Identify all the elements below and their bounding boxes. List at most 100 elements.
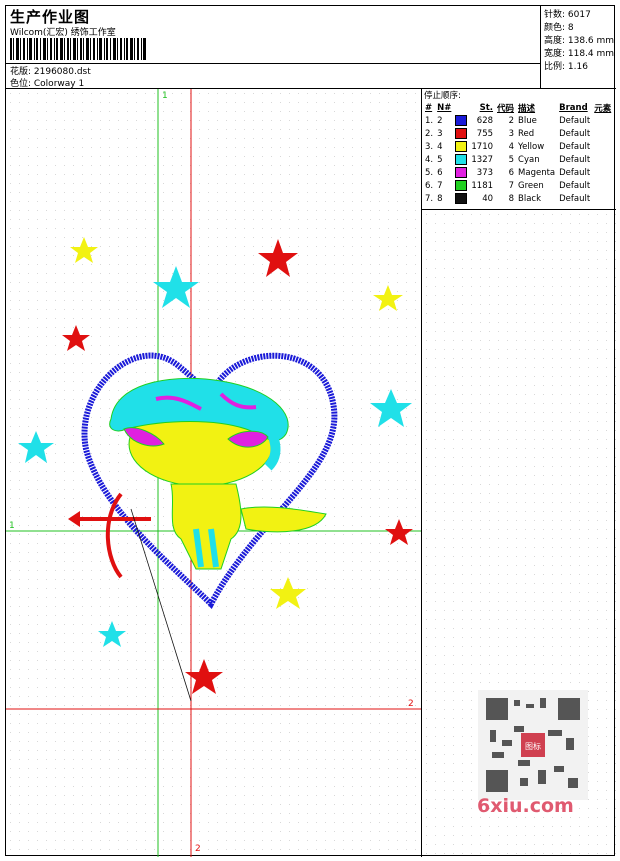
row-stitches: 373 [476, 167, 494, 178]
row-element [592, 192, 613, 205]
row-needle: 4 [437, 141, 443, 152]
row-description: Blue [518, 115, 537, 126]
legend-row: 6. 7 1181 7 Green Default [423, 179, 613, 192]
color-count: 颜色: 8 [544, 23, 574, 33]
watermark-site: 6xiu.com [477, 795, 574, 817]
legend-row: 2. 3 755 3 Red Default [423, 127, 613, 140]
spec-panel: 针数: 6017 颜色: 8 高度: 138.6 mm 宽度: 118.4 mm… [540, 6, 617, 88]
row-index: 1. [425, 115, 434, 126]
qr-badge-text: 图标 [525, 741, 541, 751]
row-swatch [453, 192, 469, 205]
row-description: Red [518, 128, 535, 139]
row-element [592, 153, 613, 166]
row-index: 3. [425, 141, 434, 152]
col-swatch [453, 101, 469, 114]
production-sheet: 生产作业图 Wilcom(汇宏) 绣饰工作室 花版: 2196080.dst 色… [5, 5, 617, 857]
star-red-far-right [385, 519, 413, 545]
color-swatch [455, 128, 468, 139]
row-needle: 3 [437, 128, 443, 139]
notes-area: 图标 6xiu.com [422, 210, 616, 857]
col-needle: N# [437, 102, 452, 113]
row-description: Yellow [518, 141, 545, 152]
body [170, 483, 242, 570]
row-index: 2. [425, 128, 434, 139]
row-needle: 2 [437, 115, 443, 126]
scale-ratio: 比例: 1.16 [544, 62, 588, 72]
legend-row: 4. 5 1327 5 Cyan Default [423, 153, 613, 166]
row-brand: Default [559, 128, 591, 139]
col-description: 描述 [518, 103, 536, 114]
legend-row: 1. 2 628 2 Blue Default [423, 114, 613, 127]
row-code: 2 [508, 115, 515, 126]
color-swatch [455, 167, 468, 178]
row-swatch [453, 127, 469, 140]
design-width: 宽度: 118.4 mm [544, 49, 615, 59]
stop-sequence-table: # N# St. 代码 描述 Brand 元素 1. 2 628 2 Blue Defau… [423, 101, 613, 205]
star-red-left [62, 325, 90, 351]
stitch-count: 针数: 6017 [544, 10, 591, 20]
color-swatch [455, 141, 468, 152]
col-index: # [425, 102, 433, 113]
row-swatch [453, 140, 469, 153]
row-description: Green [518, 180, 544, 191]
design-height: 高度: 138.6 mm [544, 36, 615, 46]
design-canvas: 1 1 2 2 [6, 89, 421, 857]
row-stitches: 1181 [471, 180, 494, 191]
row-needle: 8 [437, 193, 443, 204]
row-brand: Default [559, 154, 591, 165]
star-cyan-left [18, 431, 54, 463]
row-swatch [453, 166, 469, 179]
row-element [592, 179, 613, 192]
color-swatch [455, 154, 468, 165]
stop-sequence-legend: 停止顺序: # N# St. 代码 描述 Brand 元素 1. 2 628 2 Blu… [422, 89, 616, 209]
row-brand: Default [559, 141, 591, 152]
col-code: 代码 [497, 103, 515, 114]
star-yellow-right [373, 285, 403, 311]
row-element [592, 140, 613, 153]
qr-code-watermark: 图标 [478, 690, 588, 800]
bow [105, 492, 123, 579]
legend-title: 停止顺序: [424, 91, 461, 101]
color-swatch [455, 180, 468, 191]
row-stitches: 1710 [471, 141, 494, 152]
row-description: Magenta [518, 167, 556, 178]
tail [240, 506, 327, 533]
star-cyan-top [153, 266, 199, 308]
legend-header-row: # N# St. 代码 描述 Brand 元素 [423, 101, 613, 114]
row-element [592, 166, 613, 179]
star-yellow-top-left [70, 237, 98, 263]
row-stitches: 1327 [471, 154, 494, 165]
row-swatch [453, 179, 469, 192]
row-stitches: 755 [476, 128, 494, 139]
row-code: 8 [508, 193, 515, 204]
col-stitches: St. [479, 102, 494, 113]
red-vertical-guide-label: 2 [195, 844, 201, 854]
barcode-image [10, 38, 146, 60]
row-brand: Default [559, 180, 591, 191]
row-code: 7 [508, 180, 515, 191]
embroidery-design [6, 89, 421, 857]
page-title: 生产作业图 [10, 8, 91, 26]
row-stitches: 628 [476, 115, 494, 126]
row-brand: Default [559, 167, 591, 178]
row-brand: Default [559, 193, 591, 204]
color-swatch [455, 115, 468, 126]
col-element: 元素 [594, 103, 612, 114]
col-brand: Brand [559, 102, 588, 113]
arrow-head [68, 511, 80, 527]
row-index: 7. [425, 193, 434, 204]
color-swatch [455, 193, 468, 204]
row-code: 4 [508, 141, 515, 152]
row-element [592, 127, 613, 140]
star-yellow-bottom [270, 577, 306, 609]
row-index: 6. [425, 180, 434, 191]
green-horizontal-guide-label: 1 [9, 521, 15, 531]
row-element [592, 114, 613, 127]
row-description: Cyan [518, 154, 540, 165]
row-description: Black [518, 193, 542, 204]
star-cyan-right [370, 389, 412, 427]
row-needle: 7 [437, 180, 443, 191]
red-horizontal-guide-label: 2 [408, 699, 414, 709]
row-swatch [453, 114, 469, 127]
star-red-top-right [258, 239, 298, 277]
